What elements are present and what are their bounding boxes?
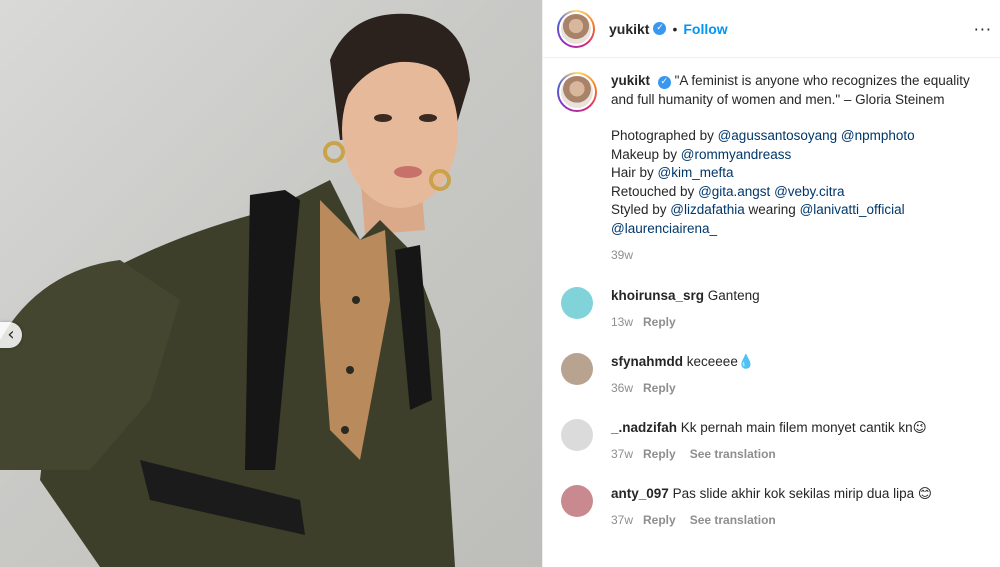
- reply-button[interactable]: Reply: [643, 315, 676, 329]
- mention-link[interactable]: @rommyandreass: [681, 147, 792, 162]
- comment-item: anty_097 Pas slide akhir kok sekilas mir…: [557, 484, 986, 529]
- mention-link[interactable]: @agussantosoyang: [718, 128, 838, 143]
- comment-meta: 37w Reply See translation: [611, 511, 932, 529]
- comment-body: khoirunsa_srg Ganteng 13w Reply: [611, 287, 760, 331]
- comment-text: keceeee💧: [686, 353, 755, 369]
- mention-link[interactable]: @veby.citra: [774, 184, 844, 199]
- mention-link[interactable]: @kim_mefta: [658, 165, 734, 180]
- mention-link[interactable]: @gita.angst: [698, 184, 770, 199]
- comment-meta: 36w Reply: [611, 379, 755, 397]
- comment-text: Kk pernah main filem monyet cantik kn😉: [680, 419, 927, 435]
- post-photo[interactable]: ‹: [0, 0, 542, 567]
- credit-prefix: Styled by: [611, 202, 671, 217]
- mention-link[interactable]: @lizdafathia: [670, 202, 745, 217]
- comment-avatar[interactable]: [561, 418, 593, 451]
- reply-button[interactable]: Reply: [643, 447, 676, 461]
- see-translation-button[interactable]: See translation: [690, 447, 776, 461]
- comment-item: khoirunsa_srg Ganteng 13w Reply: [557, 286, 986, 331]
- caption-username[interactable]: yukikt: [611, 73, 650, 88]
- header-username[interactable]: yukikt: [609, 21, 649, 37]
- comment-body: anty_097 Pas slide akhir kok sekilas mir…: [611, 485, 932, 529]
- comment-time: 37w: [611, 512, 634, 527]
- comment-username[interactable]: _.nadzifah: [611, 420, 677, 435]
- comment-username[interactable]: khoirunsa_srg: [611, 288, 704, 303]
- comment-avatar[interactable]: [561, 352, 593, 385]
- avatar[interactable]: [557, 9, 595, 48]
- credit-prefix: Hair by: [611, 165, 658, 180]
- comment-time: 37w: [611, 446, 634, 461]
- follow-button[interactable]: Follow: [683, 21, 727, 37]
- comment-body: _.nadzifah Kk pernah main filem monyet c…: [611, 419, 927, 463]
- more-options-icon[interactable]: ···: [974, 20, 992, 39]
- credit-line: Makeup by @rommyandreass: [611, 146, 986, 165]
- credit-middle: wearing: [744, 202, 800, 217]
- mention-link[interactable]: @npmphoto: [841, 128, 915, 143]
- comment-item: _.nadzifah Kk pernah main filem monyet c…: [557, 418, 986, 463]
- chevron-left-icon: ‹: [7, 324, 15, 345]
- credit-line: Photographed by @agussantosoyang @npmpho…: [611, 127, 986, 146]
- comment-text: Ganteng: [707, 287, 760, 303]
- comment-list: khoirunsa_srg Ganteng 13w Reply sfynahmdd k…: [557, 286, 986, 529]
- comment-username[interactable]: anty_097: [611, 486, 669, 501]
- separator-dot: •: [672, 20, 678, 37]
- reply-button[interactable]: Reply: [643, 513, 676, 527]
- credit-prefix: Retouched by: [611, 183, 699, 199]
- comment-body: sfynahmdd keceeee💧 36w Reply: [611, 353, 755, 397]
- comment-text: Pas slide akhir kok sekilas mirip dua li…: [672, 485, 932, 501]
- comment-username[interactable]: sfynahmdd: [611, 354, 683, 369]
- post-header: yukikt ✓ • Follow ···: [543, 0, 1000, 58]
- comment-time: 13w: [611, 314, 634, 329]
- caption: yukikt ✓ "A feminist is anyone who recog…: [557, 72, 986, 265]
- comment-item: sfynahmdd keceeee💧 36w Reply: [557, 352, 986, 397]
- credit-line: Styled by @lizdafathia wearing @lanivatt…: [611, 201, 986, 238]
- mention-link[interactable]: @lanivatti_official: [800, 202, 905, 217]
- comments-area[interactable]: yukikt ✓ "A feminist is anyone who recog…: [543, 58, 1000, 529]
- caption-credits: Photographed by @agussantosoyang @npmpho…: [611, 127, 986, 238]
- reply-button[interactable]: Reply: [643, 381, 676, 395]
- mention-link[interactable]: @laurenciairena_: [611, 221, 717, 236]
- comment-avatar[interactable]: [561, 286, 593, 319]
- credit-line: Hair by @kim_mefta: [611, 164, 986, 183]
- credit-line: Retouched by @gita.angst @veby.citra: [611, 183, 986, 202]
- verified-badge-icon: ✓: [653, 22, 667, 35]
- verified-badge-icon: ✓: [657, 76, 671, 89]
- comment-time: 36w: [611, 380, 634, 395]
- caption-time: 39w: [611, 248, 634, 262]
- comment-meta: 37w Reply See translation: [611, 445, 927, 463]
- see-translation-button[interactable]: See translation: [690, 513, 776, 527]
- portrait-illustration: [0, 13, 470, 567]
- comment-meta: 13w Reply: [611, 313, 760, 331]
- comment-avatar[interactable]: [561, 484, 593, 517]
- caption-avatar[interactable]: [557, 72, 597, 112]
- credit-prefix: Photographed by: [611, 128, 718, 143]
- post-side-panel: yukikt ✓ • Follow ··· yukikt ✓ "A femini…: [542, 0, 1000, 567]
- caption-text: yukikt ✓ "A feminist is anyone who recog…: [611, 72, 986, 265]
- credit-prefix: Makeup by: [611, 146, 681, 162]
